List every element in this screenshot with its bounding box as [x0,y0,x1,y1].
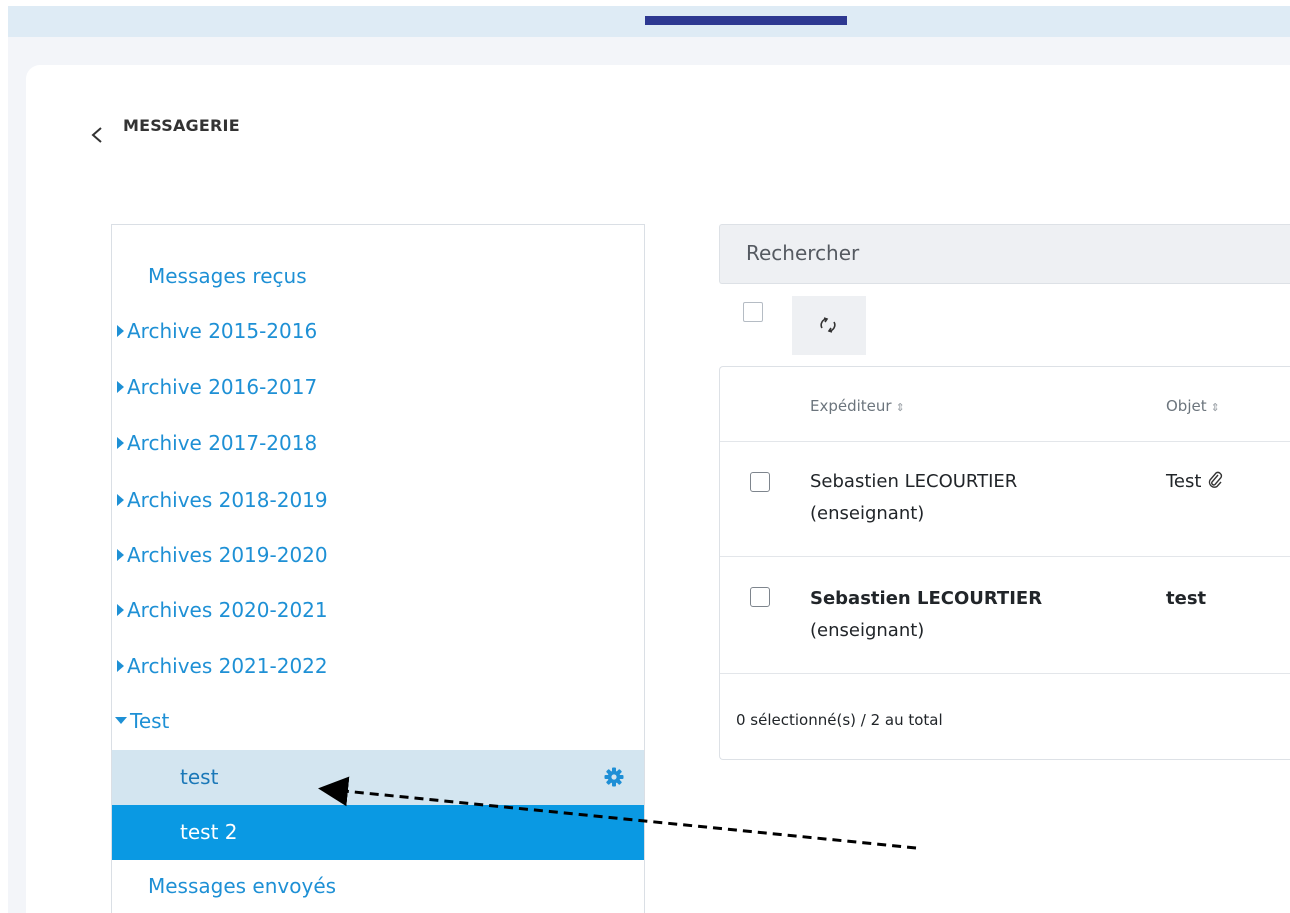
sidebar-subitem-test[interactable]: test [112,750,644,805]
gear-icon[interactable] [604,767,624,787]
sidebar-item-label: Archive 2017-2018 [127,431,318,455]
sidebar-item-test[interactable]: Test [112,708,647,734]
sidebar-item-label: Archive 2016-2017 [127,375,318,399]
row-divider [720,441,1290,442]
sidebar-item-label: test [180,765,219,789]
caret-right-icon [117,604,124,616]
caret-right-icon [117,437,124,449]
selection-count: 0 sélectionné(s) / 2 au total [736,711,943,729]
sender-role: (enseignant) [810,503,925,524]
message-table: Expéditeur ⇕ Objet ⇕ Sebastien LECOURTIER … [719,366,1290,760]
sidebar-item-archives-2019-2020[interactable]: Archives 2019-2020 [112,542,649,568]
row-sender[interactable]: Sebastien LECOURTIER (enseignant) [810,583,1042,647]
column-header-sender[interactable]: Expéditeur ⇕ [810,397,905,415]
subject-text: Test [1166,471,1202,492]
refresh-icon [820,317,836,333]
back-chevron-icon[interactable] [90,126,104,144]
folder-sidebar: Messages reçus Archive 2015-2016 Archive… [111,224,645,913]
sender-name: Sebastien LECOURTIER [810,588,1043,609]
subject-text: test [1166,588,1207,609]
row-divider [720,673,1290,674]
sidebar-item-label: Messages envoyés [148,874,337,898]
page-title: MESSAGERIE [123,116,240,135]
row-sender[interactable]: Sebastien LECOURTIER (enseignant) [810,466,1017,530]
select-all-checkbox[interactable] [743,302,763,322]
sidebar-subitem-test-2[interactable]: test 2 [112,805,644,860]
sidebar-item-label: Archives 2018-2019 [127,488,328,512]
caret-right-icon [117,494,124,506]
sidebar-item-label: Archive 2015-2016 [127,319,318,343]
caret-right-icon [117,325,124,337]
refresh-button[interactable] [792,296,866,355]
paperclip-icon [1209,471,1223,488]
column-header-label: Objet [1166,397,1207,415]
caret-right-icon [117,381,124,393]
sidebar-item-sent[interactable]: Messages envoyés [112,873,680,899]
sidebar-item-label: Test [130,709,170,733]
caret-right-icon [117,549,124,561]
column-header-subject[interactable]: Objet ⇕ [1166,397,1220,415]
row-subject[interactable]: test [1166,583,1206,615]
sender-name: Sebastien LECOURTIER [810,471,1018,492]
column-header-label: Expéditeur [810,397,892,415]
sidebar-item-archive-2016-2017[interactable]: Archive 2016-2017 [112,374,649,400]
sidebar-item-archives-2018-2019[interactable]: Archives 2018-2019 [112,487,649,513]
sidebar-item-archive-2017-2018[interactable]: Archive 2017-2018 [112,430,649,456]
row-checkbox[interactable] [750,472,770,492]
sidebar-item-label: Archives 2020-2021 [127,598,328,622]
sidebar-item-archives-2020-2021[interactable]: Archives 2020-2021 [112,597,649,623]
sidebar-item-label: Archives 2019-2020 [127,543,328,567]
sender-role: (enseignant) [810,620,925,641]
caret-right-icon [117,660,124,672]
sort-icon: ⇕ [1210,401,1220,414]
sidebar-item-inbox[interactable]: Messages reçus [112,263,680,289]
sidebar-item-label: test 2 [180,820,238,844]
search-input[interactable]: Rechercher [719,224,1290,284]
row-divider [720,556,1290,557]
sort-icon: ⇕ [895,401,905,414]
sidebar-item-label: Messages reçus [148,264,307,288]
sidebar-item-label: Archives 2021-2022 [127,654,328,678]
sidebar-item-archives-2021-2022[interactable]: Archives 2021-2022 [112,653,649,679]
caret-down-icon [115,717,127,724]
row-subject[interactable]: Test [1166,466,1223,498]
active-tab-indicator [645,16,847,25]
row-checkbox[interactable] [750,587,770,607]
sidebar-item-archive-2015-2016[interactable]: Archive 2015-2016 [112,318,649,344]
